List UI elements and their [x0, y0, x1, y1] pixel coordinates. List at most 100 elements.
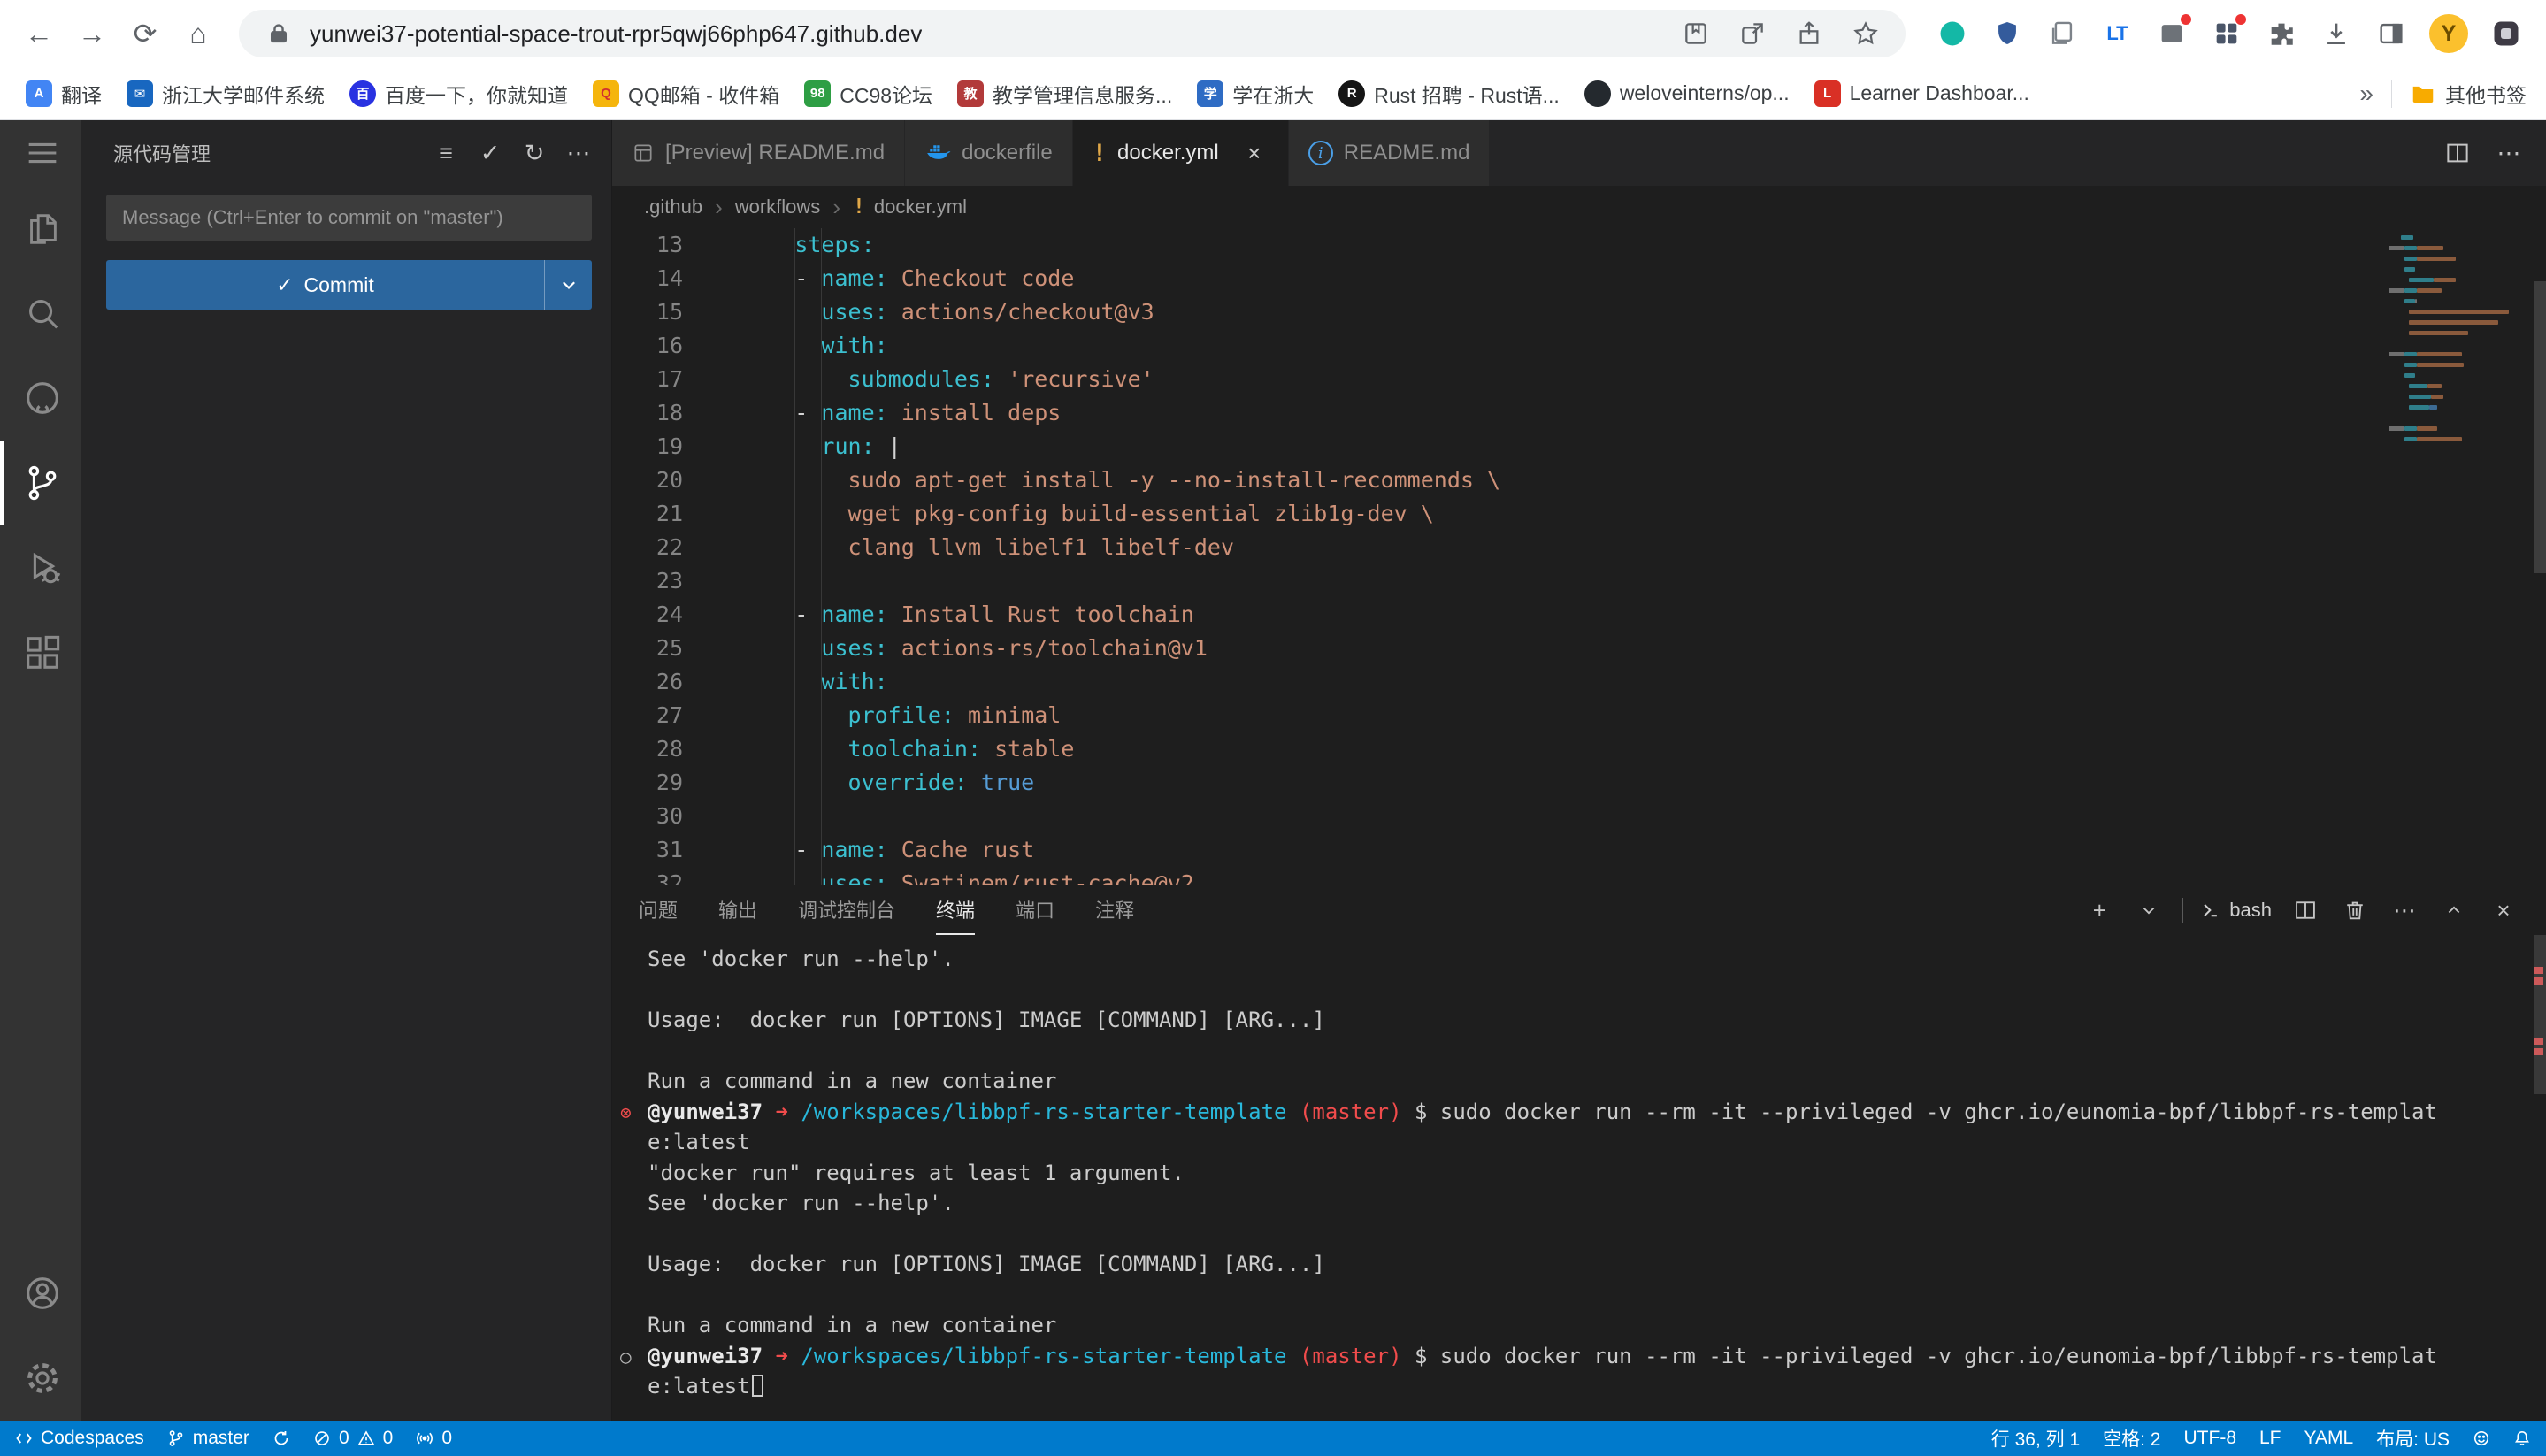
collections-icon[interactable] [1679, 17, 1713, 50]
menu-hamburger-icon[interactable] [0, 120, 81, 186]
bookmark-item[interactable]: weloveinterns/op... [1573, 76, 1801, 111]
breadcrumb-item[interactable]: workflows [735, 195, 821, 218]
bookmark-item[interactable]: 98CC98论坛 [793, 74, 944, 113]
code-line[interactable]: 24 - name: Install Rust toolchain [612, 598, 2546, 632]
problems-indicator[interactable]: 0 0 [302, 1421, 404, 1456]
run-debug-icon[interactable] [0, 525, 81, 610]
code-line[interactable]: 27 profile: minimal [612, 699, 2546, 732]
ports-indicator[interactable]: 0 [404, 1421, 464, 1456]
bookmark-star-icon[interactable] [1849, 17, 1883, 50]
bookmark-item[interactable]: 教教学管理信息服务... [946, 74, 1184, 113]
branch-indicator[interactable]: master [156, 1421, 261, 1456]
split-terminal-icon[interactable] [2289, 893, 2321, 928]
command-failed-icon[interactable]: ⊗ [620, 1098, 632, 1129]
search-icon[interactable] [0, 271, 81, 356]
code-line[interactable]: 15 uses: actions/checkout@v3 [612, 295, 2546, 329]
terminal-line[interactable]: See 'docker run --help'. [648, 944, 2519, 975]
browser-forward-button[interactable]: → [69, 11, 115, 57]
editor-tab[interactable]: dockerfile [905, 120, 1073, 186]
cursor-position[interactable]: 行 36, 列 1 [1980, 1421, 2091, 1456]
terminal-line[interactable]: Usage: docker run [OPTIONS] IMAGE [COMMA… [648, 1005, 2519, 1036]
terminal-instance-bash[interactable]: bash [2201, 899, 2272, 922]
code-line[interactable]: 32 uses: Swatinem/rust-cache@v2 [612, 867, 2546, 885]
editor-tab[interactable]: iREADME.md [1289, 120, 1491, 186]
extensions-puzzle-icon[interactable] [2265, 17, 2298, 50]
commit-message-input[interactable] [106, 195, 592, 241]
explorer-icon[interactable] [0, 186, 81, 271]
terminal-profile-chevron-icon[interactable] [2133, 893, 2165, 928]
commit-button[interactable]: ✓ Commit [106, 260, 592, 310]
scm-more-icon[interactable]: ⋯ [558, 133, 599, 173]
close-panel-icon[interactable]: × [2488, 893, 2519, 928]
bookmark-item[interactable]: QQQ邮箱 - 收件箱 [581, 74, 791, 113]
editor-tab[interactable]: !docker.yml× [1073, 120, 1289, 186]
terminal-line[interactable]: e:latest [648, 1371, 2519, 1402]
browser-menu-icon[interactable] [2489, 17, 2523, 50]
address-bar[interactable]: yunwei37-potential-space-trout-rpr5qwj66… [239, 10, 1906, 57]
browser-reload-button[interactable]: ⟳ [122, 11, 168, 57]
code-line[interactable]: 31 - name: Cache rust [612, 833, 2546, 867]
browser-home-button[interactable]: ⌂ [175, 11, 221, 57]
panel-tab[interactable]: 问题 [639, 885, 678, 935]
bookmark-item[interactable]: ✉浙江大学邮件系统 [115, 74, 336, 113]
bookmark-item[interactable]: RRust 招聘 - Rust语... [1327, 74, 1571, 113]
panel-tab[interactable]: 调试控制台 [798, 885, 895, 935]
code-line[interactable]: 30 [612, 800, 2546, 833]
feedback-button[interactable] [2461, 1421, 2502, 1456]
language-mode[interactable]: YAML [2293, 1421, 2366, 1456]
code-line[interactable]: 17 submodules: 'recursive' [612, 363, 2546, 396]
code-line[interactable]: 14 - name: Checkout code [612, 262, 2546, 295]
terminal-line[interactable] [648, 975, 2519, 1006]
other-bookmarks-folder[interactable]: 其他书签 [2410, 79, 2527, 109]
code-line[interactable]: 29 override: true [612, 766, 2546, 800]
command-running-icon[interactable]: ○ [620, 1342, 632, 1373]
code-line[interactable]: 20 sudo apt-get install -y --no-install-… [612, 464, 2546, 497]
panel-more-icon[interactable]: ⋯ [2389, 893, 2420, 928]
terminal[interactable]: See 'docker run --help'. Usage: docker r… [612, 935, 2546, 1421]
panel-tab[interactable]: 端口 [1016, 885, 1054, 935]
editor-more-icon[interactable]: ⋯ [2489, 134, 2528, 172]
code-editor[interactable]: 13 steps:14 - name: Checkout code15 uses… [612, 228, 2546, 885]
ext-grid-icon[interactable] [2210, 17, 2243, 50]
commit-dropdown-chevron[interactable] [544, 260, 592, 310]
editor-scrollbar[interactable] [2534, 281, 2546, 573]
code-line[interactable]: 21 wget pkg-config build-essential zlib1… [612, 497, 2546, 531]
editor-tab[interactable]: [Preview] README.md [612, 120, 905, 186]
scm-view-mode-icon[interactable]: ≡ [426, 133, 466, 173]
bookmark-item[interactable]: 百百度一下，你就知道 [338, 74, 579, 113]
github-icon[interactable] [0, 356, 81, 441]
code-line[interactable]: 13 steps: [612, 228, 2546, 262]
bookmark-item[interactable]: A翻译 [14, 74, 113, 113]
bookmark-item[interactable]: LLearner Dashboar... [1803, 76, 2041, 111]
eol-indicator[interactable]: LF [2248, 1421, 2293, 1456]
bookmarks-overflow-chevron[interactable]: » [2359, 80, 2373, 108]
downloads-icon[interactable] [2320, 17, 2353, 50]
code-line[interactable]: 16 with: [612, 329, 2546, 363]
maximize-panel-icon[interactable] [2438, 893, 2470, 928]
notifications-button[interactable] [2502, 1421, 2542, 1456]
code-line[interactable]: 23 [612, 564, 2546, 598]
panel-tab[interactable]: 注释 [1095, 885, 1134, 935]
extensions-icon[interactable] [0, 610, 81, 695]
ext-teal-circle-icon[interactable] [1936, 17, 1969, 50]
terminal-line[interactable]: ○@yunwei37 ➜ /workspaces/libbpf-rs-start… [648, 1341, 2519, 1372]
encoding-indicator[interactable]: UTF-8 [2173, 1421, 2249, 1456]
terminal-line[interactable]: ⊗@yunwei37 ➜ /workspaces/libbpf-rs-start… [648, 1097, 2519, 1128]
terminal-line[interactable]: Run a command in a new container [648, 1310, 2519, 1341]
terminal-scrollbar[interactable] [2534, 935, 2546, 1094]
ext-clipper-icon[interactable] [2155, 17, 2189, 50]
breadcrumb-item[interactable]: .github [644, 195, 702, 218]
terminal-line[interactable] [648, 1280, 2519, 1311]
panel-tab[interactable]: 输出 [718, 885, 757, 935]
terminal-line[interactable]: Run a command in a new container [648, 1066, 2519, 1097]
code-line[interactable]: 19 run: | [612, 430, 2546, 464]
share-icon[interactable] [1792, 17, 1826, 50]
code-line[interactable]: 28 toolchain: stable [612, 732, 2546, 766]
keyboard-layout[interactable]: 布局: US [2365, 1421, 2461, 1456]
open-in-app-icon[interactable] [1736, 17, 1769, 50]
code-line[interactable]: 26 with: [612, 665, 2546, 699]
source-control-icon[interactable] [0, 441, 81, 525]
settings-gear-icon[interactable] [0, 1336, 81, 1421]
sync-button[interactable] [261, 1421, 302, 1456]
kill-terminal-trash-icon[interactable] [2339, 893, 2371, 928]
